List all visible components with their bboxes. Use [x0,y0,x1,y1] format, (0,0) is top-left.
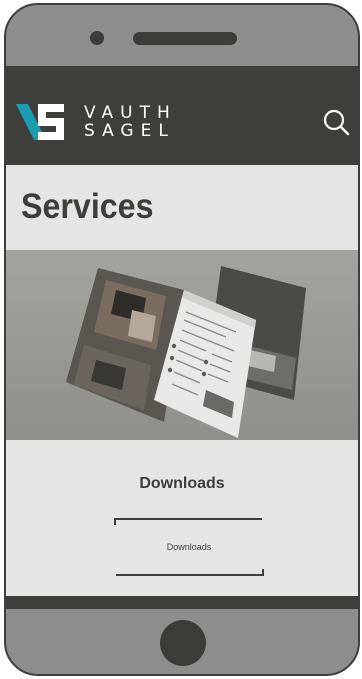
brand-line-1: VAUTH [84,103,177,123]
brand-logo[interactable]: VAUTH SAGEL [16,104,196,144]
speaker-slot [133,32,237,45]
button-frame-top [114,518,262,525]
site-header: VAUTH SAGEL [6,78,358,165]
camera-dot [90,31,104,45]
title-band: Services [6,165,358,250]
search-icon [323,109,350,136]
downloads-button[interactable]: Downloads [114,518,264,576]
button-frame-bottom [116,569,264,576]
hero-image [6,250,358,440]
brand-line-2: SAGEL [84,121,175,141]
downloads-button-label: Downloads [166,542,212,552]
brochure-image [6,250,358,440]
downloads-heading: Downloads [139,475,225,492]
home-button[interactable] [160,620,206,666]
search-button[interactable] [321,107,351,137]
page-title: Services [21,187,154,226]
phone-frame: VAUTH SAGEL Services Downloads Downloads [4,3,360,676]
logo-mark-icon [16,104,64,140]
downloads-section: Downloads Downloads [6,440,358,596]
brand-wordmark: VAUTH SAGEL [84,104,177,140]
phone-screen: VAUTH SAGEL Services Downloads Downloads [6,66,358,609]
